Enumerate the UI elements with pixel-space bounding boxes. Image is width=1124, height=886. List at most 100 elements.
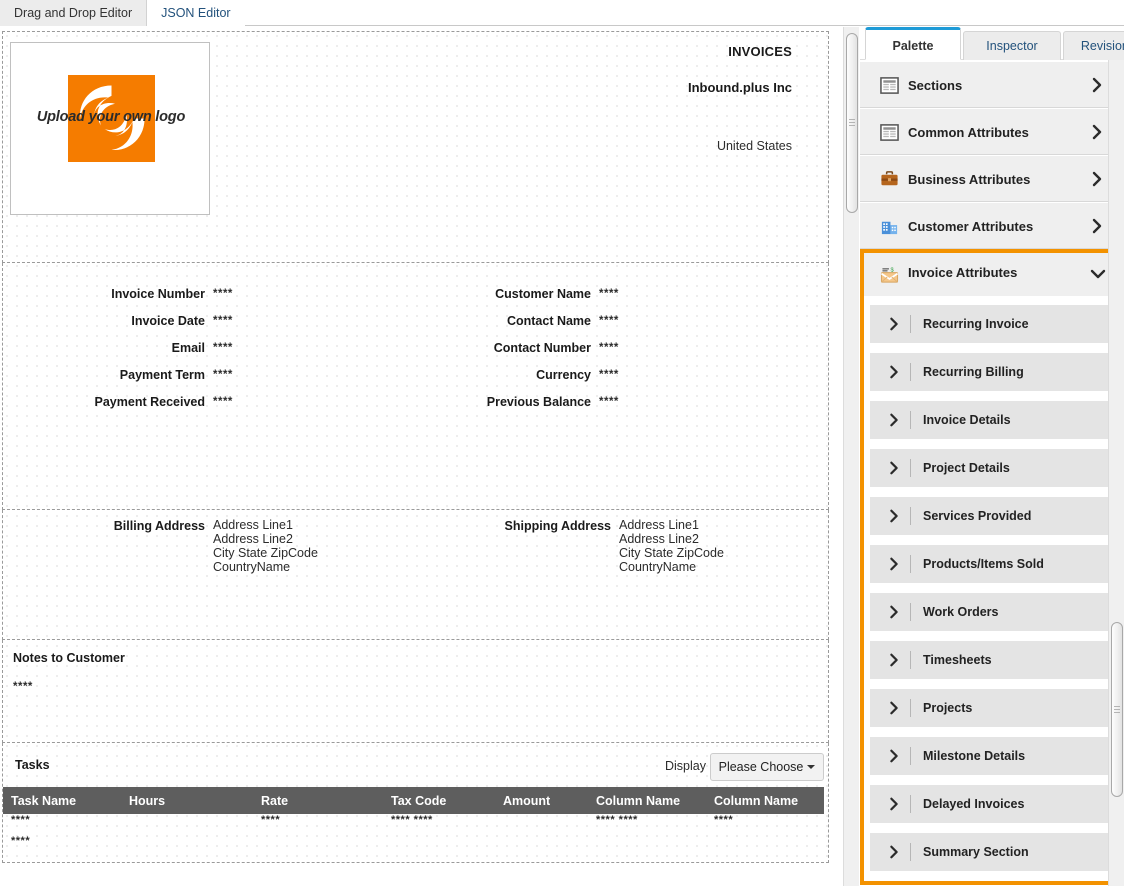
chevron-right-icon[interactable] <box>1090 124 1104 140</box>
palette-item-delayed-invoices[interactable]: Delayed Invoices <box>870 785 1114 823</box>
field-label: Email <box>171 341 205 355</box>
tasks-cell <box>588 835 706 856</box>
tab-json-editor[interactable]: JSON Editor <box>147 0 245 26</box>
canvas-scrollbar-thumb[interactable] <box>846 33 858 213</box>
palette-item-label: Products/Items Sold <box>923 557 1044 571</box>
palette-item-recurring-invoice[interactable]: Recurring Invoice <box>870 305 1114 343</box>
table-row[interactable]: **** **** **** **** **** **** **** <box>3 814 824 835</box>
section-addresses[interactable]: Billing Address Address Line1 Address Line… <box>2 510 829 640</box>
accordion-header-business-attributes[interactable]: Business Attributes <box>860 155 1124 202</box>
chevron-right-icon[interactable] <box>888 317 900 331</box>
field-row[interactable]: Contact Name **** <box>403 307 823 334</box>
shipping-line-1: Address Line1 <box>619 518 699 532</box>
section-notes-to-customer[interactable]: Notes to Customer **** <box>2 640 829 743</box>
palette-item-label: Invoice Details <box>923 413 1011 427</box>
palette-item-summary-section[interactable]: Summary Section <box>870 833 1114 871</box>
section-header[interactable]: Upload your own logo INVOICES Inbound.pl… <box>2 31 829 263</box>
chevron-right-icon[interactable] <box>888 605 900 619</box>
chevron-right-icon[interactable] <box>888 653 900 667</box>
table-row[interactable]: **** <box>3 835 824 856</box>
shipping-address-label: Shipping Address <box>504 519 612 533</box>
palette-item-milestone-details[interactable]: Milestone Details <box>870 737 1114 775</box>
tab-inspector-label: Inspector <box>986 39 1038 53</box>
tab-inspector[interactable]: Inspector <box>963 31 1061 60</box>
shipping-line-3: City State ZipCode <box>619 546 724 560</box>
section-tasks[interactable]: Tasks Display Please Choose Task Name Hou… <box>2 743 829 863</box>
tasks-display-dropdown[interactable]: Please Choose <box>710 753 824 781</box>
field-row[interactable]: Customer Name **** <box>403 280 823 307</box>
palette-item-products-items-sold[interactable]: Products/Items Sold <box>870 545 1114 583</box>
divider <box>910 603 911 621</box>
field-value: **** <box>599 288 619 300</box>
accordion-header-customer-attributes[interactable]: Customer Attributes <box>860 202 1124 249</box>
palette-item-project-details[interactable]: Project Details <box>870 449 1114 487</box>
accordion-header-invoice-attributes[interactable]: $ Invoice Attributes <box>860 249 1124 296</box>
chevron-right-icon[interactable] <box>888 461 900 475</box>
accordion-group: Customer Attributes <box>860 202 1124 249</box>
tasks-cell <box>495 814 588 835</box>
chevron-right-icon[interactable] <box>1090 218 1104 234</box>
tab-revisions[interactable]: Revisions <box>1063 31 1124 60</box>
tab-drag-and-drop-editor[interactable]: Drag and Drop Editor <box>0 0 148 26</box>
chevron-down-icon[interactable] <box>1090 267 1106 283</box>
tasks-cell: **** <box>11 814 31 826</box>
chevron-right-icon[interactable] <box>888 701 900 715</box>
palette-item-services-provided[interactable]: Services Provided <box>870 497 1114 535</box>
field-row[interactable]: Payment Term **** <box>3 361 403 388</box>
field-row[interactable]: Payment Received **** <box>3 388 403 415</box>
billing-address-label: Billing Address <box>113 519 205 533</box>
divider <box>910 699 911 717</box>
tasks-column-header: Column Name <box>706 787 824 814</box>
building-icon <box>880 217 899 236</box>
panel-vertical-scrollbar[interactable] <box>1108 60 1124 886</box>
chevron-right-icon[interactable] <box>888 365 900 379</box>
tab-palette-label: Palette <box>892 39 934 53</box>
accordion-group: Business Attributes <box>860 155 1124 202</box>
tasks-column-header: Rate <box>253 787 383 814</box>
accordion-body: Recurring Invoice Recurring Billing Invoic… <box>860 296 1124 885</box>
palette-item-work-orders[interactable]: Work Orders <box>870 593 1114 631</box>
chevron-right-icon[interactable] <box>1090 171 1104 187</box>
panel-scrollbar-thumb[interactable] <box>1111 622 1123 797</box>
chevron-right-icon[interactable] <box>1090 77 1104 93</box>
field-label: Currency <box>536 368 591 382</box>
field-row[interactable]: Previous Balance **** <box>403 388 823 415</box>
scrollbar-grip-icon <box>849 119 855 127</box>
divider <box>910 747 911 765</box>
accordion-label: Invoice Attributes <box>908 265 1018 280</box>
tab-palette[interactable]: Palette <box>865 27 961 60</box>
palette-item-label: Project Details <box>923 461 1010 475</box>
field-label: Contact Number <box>493 341 591 355</box>
tab-drag-and-drop-editor-label: Drag and Drop Editor <box>14 6 133 20</box>
field-row[interactable]: Currency **** <box>403 361 823 388</box>
palette-item-recurring-billing[interactable]: Recurring Billing <box>870 353 1114 391</box>
canvas-vertical-scrollbar[interactable] <box>843 27 859 886</box>
field-value: **** <box>213 288 233 300</box>
chevron-right-icon[interactable] <box>888 797 900 811</box>
chevron-right-icon[interactable] <box>888 509 900 523</box>
accordion-header-sections[interactable]: Sections <box>860 61 1124 108</box>
invoice-document: Upload your own logo INVOICES Inbound.pl… <box>2 31 829 863</box>
field-row[interactable]: Invoice Number **** <box>3 280 403 307</box>
divider <box>910 795 911 813</box>
shipping-address-block[interactable]: Shipping Address Address Line1 Address Lin… <box>403 518 823 574</box>
briefcase-icon <box>880 170 899 189</box>
palette-item-timesheets[interactable]: Timesheets <box>870 641 1114 679</box>
chevron-right-icon[interactable] <box>888 845 900 859</box>
billing-address-block[interactable]: Billing Address Address Line1 Address Line… <box>3 518 403 574</box>
palette-item-label: Milestone Details <box>923 749 1026 763</box>
field-row[interactable]: Invoice Date **** <box>3 307 403 334</box>
palette-item-invoice-details[interactable]: Invoice Details <box>870 401 1114 439</box>
fields-column-right: Customer Name **** Contact Name **** Contact… <box>403 280 823 415</box>
palette-item-projects[interactable]: Projects <box>870 689 1114 727</box>
section-invoice-fields[interactable]: Invoice Number **** Invoice Date **** Email *… <box>2 263 829 510</box>
field-row[interactable]: Email **** <box>3 334 403 361</box>
logo-upload-box[interactable]: Upload your own logo <box>10 42 210 215</box>
field-row[interactable]: Contact Number **** <box>403 334 823 361</box>
chevron-right-icon[interactable] <box>888 413 900 427</box>
field-label: Payment Received <box>94 395 205 409</box>
invoice-canvas-scroll-region: Upload your own logo INVOICES Inbound.pl… <box>0 27 843 886</box>
chevron-right-icon[interactable] <box>888 557 900 571</box>
chevron-right-icon[interactable] <box>888 749 900 763</box>
accordion-header-common-attributes[interactable]: Common Attributes <box>860 108 1124 155</box>
